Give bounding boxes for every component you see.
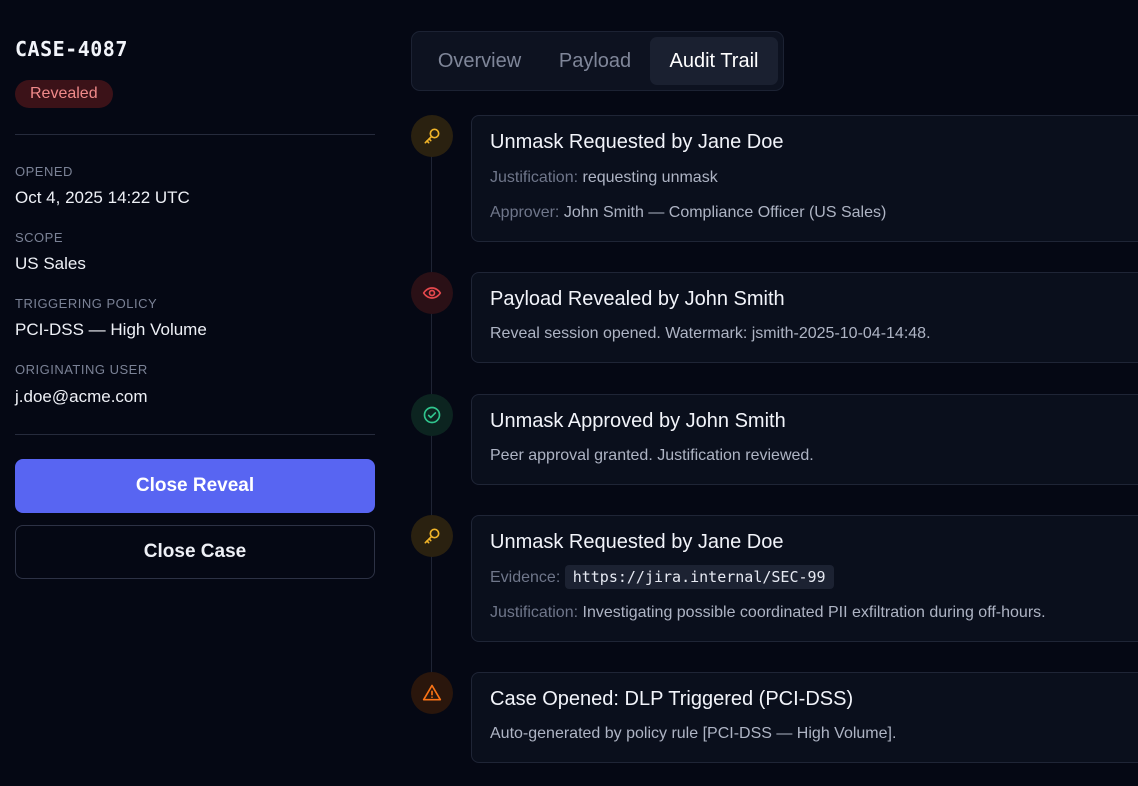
event-detail: Peer approval granted. Justification rev… [490,447,814,464]
tab-bar: Overview Payload Audit Trail [411,31,784,91]
justification-value: requesting unmask [582,169,718,186]
event-card: Unmask Approved by John Smith Peer appro… [471,394,1138,485]
divider [15,134,375,135]
close-case-button[interactable]: Close Case [15,525,375,579]
event-detail: Evidence: https://jira.internal/SEC-99 [490,565,834,589]
justification-value: Investigating possible coordinated PII e… [582,604,1046,621]
event-detail: Approver: John Smith — Compliance Office… [490,204,886,222]
approver-value: John Smith — Compliance Officer (US Sale… [563,204,887,221]
key-icon [411,115,453,157]
tab-audit-trail[interactable]: Audit Trail [650,37,778,85]
triggering-policy-value: PCI-DSS — High Volume [15,320,207,339]
opened-label: OPENED [15,164,73,179]
scope-label: SCOPE [15,230,64,245]
triggering-policy-label: TRIGGERING POLICY [15,296,158,311]
event-title: Unmask Requested by Jane Doe [490,531,784,553]
tab-payload[interactable]: Payload [542,37,648,85]
event-card: Payload Revealed by John Smith Reveal se… [471,272,1138,363]
event-card: Case Opened: DLP Triggered (PCI-DSS) Aut… [471,672,1138,763]
scope-value: US Sales [15,254,86,273]
originating-user-value: j.doe@acme.com [15,387,148,406]
evidence-label: Evidence: [490,569,561,586]
check-circle-icon [411,394,453,436]
status-badge: Revealed [15,80,113,108]
opened-value: Oct 4, 2025 14:22 UTC [15,188,190,207]
event-detail: Justification: Investigating possible co… [490,604,1046,622]
case-id: CASE-4087 [15,37,128,61]
approver-label: Approver: [490,204,560,221]
event-card: Unmask Requested by Jane Doe Evidence: h… [471,515,1138,642]
case-sidebar: CASE-4087 Revealed OPENED Oct 4, 2025 14… [15,0,375,786]
event-detail: Auto-generated by policy rule [PCI-DSS —… [490,725,897,742]
eye-icon [411,272,453,314]
key-icon [411,515,453,557]
warning-icon [411,672,453,714]
event-card: Unmask Requested by Jane Doe Justificati… [471,115,1138,242]
event-title: Case Opened: DLP Triggered (PCI-DSS) [490,688,854,710]
event-title: Unmask Requested by Jane Doe [490,131,784,153]
event-detail: Reveal session opened. Watermark: jsmith… [490,325,931,342]
evidence-link[interactable]: https://jira.internal/SEC-99 [564,565,834,589]
justification-label: Justification: [490,604,579,621]
divider [15,434,375,435]
close-reveal-button[interactable]: Close Reveal [15,459,375,513]
justification-label: Justification: [490,169,579,186]
event-title: Payload Revealed by John Smith [490,288,785,310]
tab-overview[interactable]: Overview [421,37,538,85]
event-detail: Justification: requesting unmask [490,169,718,187]
originating-user-label: ORIGINATING USER [15,362,148,377]
event-title: Unmask Approved by John Smith [490,410,786,432]
